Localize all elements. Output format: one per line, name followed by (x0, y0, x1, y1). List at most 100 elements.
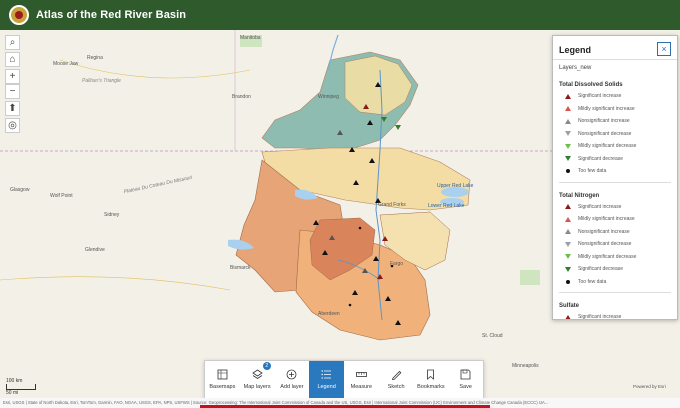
road (0, 276, 231, 291)
legend-item: Significant increase (553, 201, 677, 214)
zoom-in-icon: + (9, 71, 16, 82)
legend-scroll-area[interactable]: Total Dissolved Solids Significant increa… (553, 76, 677, 319)
legend-item-label: Nonsignificant decrease (578, 241, 632, 248)
bottom-toolbar: Basemaps Map layers 2 Add layer Legend Measur… (204, 360, 484, 399)
sketch-icon (391, 369, 402, 380)
map-label: Fargo (390, 261, 404, 267)
legend-item-label: Significant decrease (578, 266, 624, 273)
measure-icon (355, 369, 367, 380)
legend-group: SulfateSignificant increaseMildly signif… (553, 299, 677, 320)
layer-count-badge: 2 (262, 362, 271, 370)
compass-icon: ⬆ (8, 103, 17, 114)
map-label: Bismarck (230, 265, 251, 271)
zoom-in-button[interactable]: + (5, 69, 20, 84)
legend-item: Significant decrease (553, 153, 677, 166)
legend-item: Nonsignificant decrease (553, 238, 677, 251)
legend-item-label: Significant increase (578, 314, 622, 320)
home-button[interactable]: ⌂ (5, 52, 20, 67)
legend-divider (553, 59, 677, 60)
basemaps-icon (217, 369, 228, 380)
toolbar-bookmark-button[interactable]: Bookmarks (414, 361, 449, 398)
app-header: Atlas of the Red River Basin (0, 0, 680, 30)
legend-item: Mildly significant increase (553, 103, 677, 116)
locate-icon: ◎ (8, 120, 17, 131)
legend-item: Nonsignificant decrease (553, 128, 677, 141)
legend-title: Legend (559, 45, 592, 55)
toolbar-legend-button[interactable]: Legend (309, 361, 344, 398)
legend-item-label: Significant decrease (578, 155, 624, 162)
toolbar-label: Bookmarks (417, 384, 445, 390)
toolbar-basemaps-button[interactable]: Basemaps (205, 361, 240, 398)
bookmark-icon (425, 369, 436, 380)
toolbar-label: Measure (350, 384, 373, 390)
toolbar-layers-button[interactable]: Map layers 2 (240, 361, 275, 398)
locate-button[interactable]: ◎ (5, 118, 20, 133)
legend-item: Nonsignificant increase (553, 226, 677, 239)
triangle-down-icon (563, 266, 573, 272)
map-label: Wolf Point (50, 193, 73, 199)
dot-icon (563, 279, 573, 284)
toolbar-sketch-button[interactable]: Sketch (379, 361, 414, 398)
layers-icon (251, 369, 263, 380)
save-icon (460, 369, 471, 380)
legend-item-label: Mildly significant decrease (578, 143, 637, 150)
legend-item-label: Significant increase (578, 203, 622, 210)
legend-group-separator (559, 292, 671, 293)
search-icon: ⌕ (9, 37, 16, 48)
map-label: Manitoba (240, 35, 261, 41)
map-label: Grand Forks (378, 202, 406, 208)
legend-item-label: Nonsignificant increase (578, 118, 630, 125)
triangle-down-icon (563, 156, 573, 162)
home-icon: ⌂ (9, 54, 16, 65)
legend-group: Total Nitrogen Significant increase Mildly… (553, 189, 677, 293)
powered-by[interactable]: Powered by Esri (633, 384, 666, 389)
map-label: St. Cloud (482, 333, 503, 339)
triangle-down-icon (563, 131, 573, 137)
legend-item-label: Mildly significant increase (578, 216, 635, 223)
legend-panel: Legend × Layers_new Total Dissolved Soli… (552, 35, 678, 320)
dot-icon (563, 169, 573, 174)
legend-item-label: Too few data (578, 278, 607, 285)
map-label: Minneapolis (512, 363, 539, 369)
legend-item: Mildly significant decrease (553, 140, 677, 153)
toolbar-label: Save (459, 384, 472, 390)
toolbar-save-button[interactable]: Save (448, 361, 483, 398)
close-icon: × (661, 44, 667, 54)
legend-item: Significant increase (553, 90, 677, 103)
legend-item-label: Mildly significant increase (578, 105, 635, 112)
legend-item: Significant decrease (553, 263, 677, 276)
toolbar-label: Basemaps (209, 384, 236, 390)
map-label: Glasgow (10, 187, 30, 193)
zoom-out-icon: − (9, 86, 16, 97)
map-label: Sidney (104, 212, 120, 218)
legend-group-title: Total Nitrogen (559, 192, 600, 199)
triangle-up-icon (563, 118, 573, 124)
app-title: Atlas of the Red River Basin (36, 9, 187, 21)
legend-item: Significant increase (553, 311, 677, 320)
map-label: Winnipeg (318, 94, 339, 100)
legend-item-label: Significant increase (578, 93, 622, 100)
triangle-up-icon (563, 93, 573, 99)
map-label: Brandon (232, 94, 251, 100)
toolbar-label: Add layer (280, 384, 304, 390)
scale-mi: 50 mi (6, 390, 19, 396)
compass-button[interactable]: ⬆ (5, 101, 20, 116)
search-button[interactable]: ⌕ (5, 35, 20, 50)
legend-close-button[interactable]: × (657, 42, 671, 56)
map-label: Glendive (85, 247, 105, 253)
zoom-out-button[interactable]: − (5, 84, 20, 99)
map-label: Lower Red Lake (428, 203, 465, 209)
map-label: Moose Jaw (53, 61, 79, 67)
map-label: Aberdeen (318, 311, 340, 317)
legend-item: Mildly significant decrease (553, 251, 677, 264)
toolbar-measure-button[interactable]: Measure (344, 361, 379, 398)
legend-item: Nonsignificant increase (553, 115, 677, 128)
legend-item-label: Too few data (578, 168, 607, 175)
triangle-down-icon (563, 254, 573, 260)
toolbar-add-layer-button[interactable]: Add layer (275, 361, 310, 398)
triangle-down-icon (563, 241, 573, 247)
legend-item-label: Mildly significant decrease (578, 253, 637, 260)
legend-layer-name: Layers_new (559, 65, 592, 71)
legend-item: Too few data (553, 276, 677, 289)
legend-item-label: Nonsignificant decrease (578, 130, 632, 137)
